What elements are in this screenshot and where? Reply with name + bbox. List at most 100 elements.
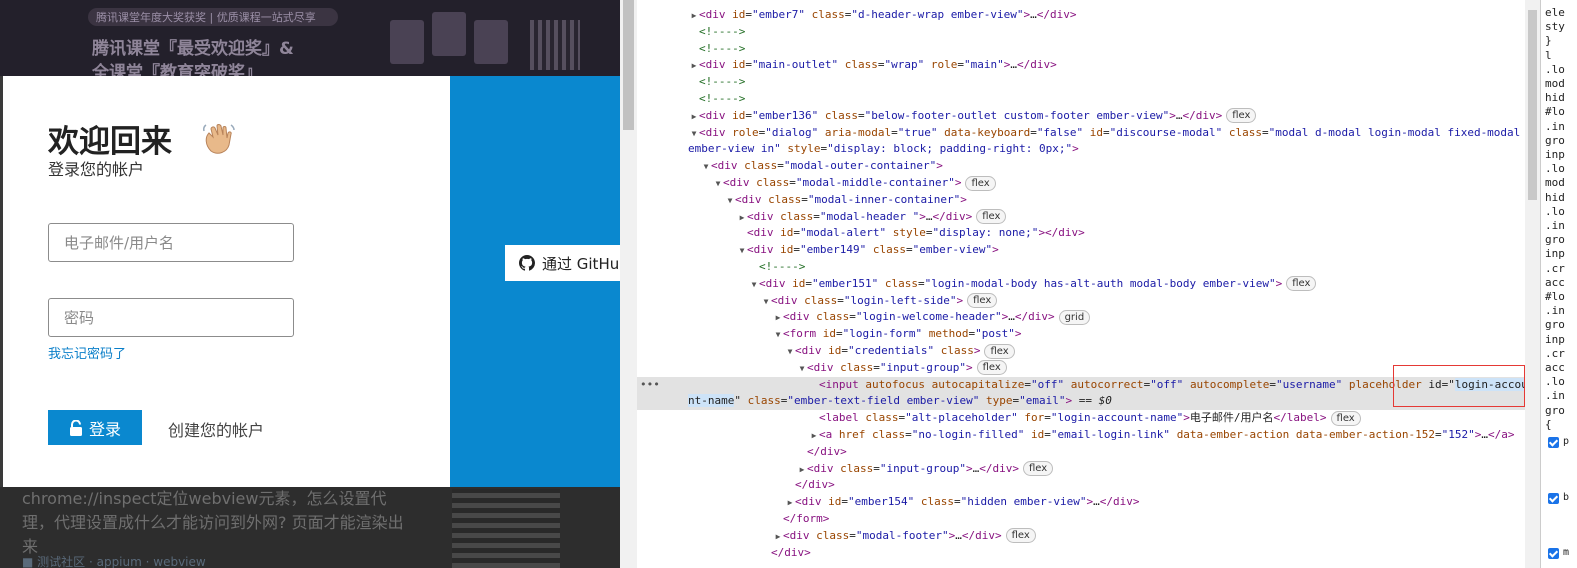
property-checkbox-label: b (1563, 492, 1570, 503)
collapse-triangle-icon[interactable]: ▼ (725, 192, 735, 209)
dom-node-line[interactable]: ▼ <div class="input-group"> flex (797, 359, 1007, 376)
layout-badge[interactable]: flex (984, 343, 1015, 359)
article-tags: ■ 测试社区 · appium · webview (22, 555, 206, 568)
dom-node-markup: <div id="modal-alert" style="display: no… (747, 226, 1085, 240)
style-rule-line: acc (1545, 361, 1565, 374)
style-rule-line: .lo (1545, 162, 1565, 176)
award-card (474, 20, 508, 64)
expand-triangle-icon[interactable]: ▶ (689, 108, 699, 125)
dom-node-line[interactable]: ▼ <div id="ember149" class="ember-view"> (737, 241, 999, 258)
dom-node-line[interactable]: ▼ <div class="modal-middle-container"> fle… (713, 174, 996, 191)
collapse-triangle-icon[interactable]: ▼ (761, 293, 771, 310)
styles-pane: ele sty} l .lo mod hid #lo .in gro inp .lo mod hid.… (1540, 0, 1577, 568)
property-checkbox[interactable] (1548, 548, 1559, 559)
layout-badge[interactable]: grid (1058, 309, 1091, 325)
expand-triangle-icon[interactable]: ▶ (773, 528, 783, 545)
username-input[interactable] (49, 224, 299, 261)
property-checkbox-label: p (1563, 436, 1570, 447)
award-card (432, 12, 466, 56)
banner-subtitle: 全课堂『教育突破奖』 (92, 63, 262, 76)
dom-node-line[interactable]: ▼ <form id="login-form" method="post"> (773, 325, 1022, 343)
page-scrollbar-thumb[interactable] (623, 0, 634, 130)
github-login-button[interactable]: 通过 GitHub (505, 245, 620, 281)
password-input[interactable] (49, 299, 299, 336)
expand-triangle-icon[interactable]: ▶ (689, 7, 699, 24)
expand-triangle-icon[interactable]: ▶ (809, 427, 819, 444)
dom-node-line[interactable]: </form> (773, 510, 829, 527)
layout-badge[interactable]: flex (1022, 461, 1054, 477)
dom-node-line[interactable]: <div id="modal-alert" style="display: no… (737, 224, 1085, 241)
style-rule-line: ele (1545, 6, 1565, 19)
expand-triangle-icon[interactable]: ▶ (689, 57, 699, 74)
style-rule-line: gro (1545, 403, 1565, 417)
forgot-password-link[interactable]: 我忘记密码了 (48, 343, 126, 362)
expand-triangle-icon[interactable]: ▶ (773, 309, 783, 326)
style-rule-line: .lo (1545, 204, 1565, 218)
dom-node-line[interactable]: ▼ <div class="modal-outer-container"> (701, 157, 943, 174)
expand-triangle-icon[interactable]: ▶ (737, 209, 747, 226)
layout-badge[interactable]: flex (976, 209, 1007, 225)
layout-badge[interactable]: flex (1005, 528, 1036, 544)
dom-node-line[interactable]: ▼ <div id="ember151" class="login-modal-b… (749, 275, 1317, 293)
dom-node-line[interactable]: </div> (785, 476, 835, 493)
login-modal: 欢迎回来 登录您的帐户 我忘记密码了 登录 创建您的帐户 (3, 76, 620, 487)
login-button[interactable]: 登录 (48, 410, 142, 445)
login-button-label: 登录 (88, 419, 121, 439)
dom-node-line[interactable]: ▼ <div role="dialog" aria-modal="true" da… (689, 124, 1521, 142)
dom-node-line[interactable]: ▼ <div id="credentials" class> flex (785, 342, 1015, 359)
layout-badge[interactable]: flex (1330, 410, 1361, 426)
dom-node-line[interactable]: ▶ <div id="ember154" class="hidden ember-… (785, 493, 1140, 511)
dom-node-line[interactable]: </div> (797, 443, 847, 460)
dom-node-line[interactable]: ▶ <div class="input-group">…</div> flex (797, 460, 1054, 478)
page-viewport: 腾讯课堂年度大奖获奖 | 优质课程一站式尽享 腾讯课堂『最受欢迎奖』& 全课堂『… (0, 0, 620, 568)
page-scrollbar[interactable] (620, 0, 637, 568)
layout-badge[interactable]: flex (965, 175, 996, 191)
style-rule-line: .cr (1545, 261, 1565, 275)
collapse-triangle-icon[interactable]: ▼ (797, 360, 807, 377)
expand-triangle-icon[interactable]: ▶ (797, 461, 807, 478)
dom-node-line[interactable]: <input autofocus autocapitalize="off" au… (809, 376, 1525, 393)
expand-triangle-icon[interactable]: ▶ (785, 494, 795, 511)
dom-node-markup: </form> (783, 512, 830, 525)
style-rule-line: #lo (1545, 290, 1565, 303)
dom-node-line[interactable]: <!----> (689, 40, 745, 57)
dom-node-line[interactable]: <!----> (689, 73, 745, 90)
banner-pill-text: 腾讯课堂年度大奖获奖 | 优质课程一站式尽享 (96, 11, 316, 24)
more-options-icon[interactable]: ••• (640, 378, 660, 391)
dom-node-line[interactable]: ▶ <div id="ember7" class="d-header-wrap e… (689, 6, 1077, 23)
dom-node-markup: </div> (807, 444, 847, 458)
layout-badge[interactable]: flex (1226, 108, 1257, 124)
layout-badge[interactable]: flex (976, 360, 1007, 376)
dom-node-line[interactable]: ▼ <div class="login-left-side"> flex (761, 292, 998, 310)
dom-node-line[interactable]: ▶ <div id="main-outlet" class="wrap" role… (689, 56, 1057, 73)
dom-node-line[interactable]: ▼ <div class="modal-inner-container"> (725, 191, 967, 208)
collapse-triangle-icon[interactable]: ▼ (773, 326, 783, 343)
style-rule-line: .in (1545, 389, 1565, 403)
style-rule-line: mod (1545, 77, 1565, 90)
collapse-triangle-icon[interactable]: ▼ (713, 175, 723, 192)
dom-node-line[interactable]: ▶ <a href class="no-login-filled" id="ema… (809, 426, 1515, 444)
dom-node-line[interactable]: <!----> (689, 90, 745, 107)
dom-node-line[interactable]: nt-name" class="ember-text-field ember-v… (688, 392, 1112, 409)
dom-node-line[interactable]: ▶ <div class="modal-footer">…</div> flex (773, 527, 1036, 544)
collapse-triangle-icon[interactable]: ▼ (701, 158, 711, 175)
collapse-triangle-icon[interactable]: ▼ (785, 343, 795, 360)
dom-node-line[interactable]: ▶ <div class="login-welcome-header">…</di… (773, 308, 1091, 326)
devtools-scrollbar-thumb[interactable] (1528, 10, 1537, 200)
property-checkbox[interactable] (1548, 437, 1559, 448)
collapse-triangle-icon[interactable]: ▼ (737, 242, 747, 259)
dom-node-line[interactable]: ember-view in" style="display: block; pa… (688, 140, 1079, 157)
dom-node-line[interactable]: <!----> (689, 23, 745, 40)
collapse-triangle-icon[interactable]: ▼ (689, 125, 699, 142)
layout-badge[interactable]: flex (967, 293, 998, 309)
dom-node-line[interactable]: ▶ <div class="modal-header ">…</div> flex (737, 208, 1007, 226)
dom-node-line[interactable]: ▶ <div id="ember136" class="below-footer-… (689, 107, 1257, 125)
devtools-scrollbar[interactable] (1525, 0, 1540, 568)
property-checkbox[interactable] (1548, 493, 1559, 504)
dom-node-line[interactable]: <!----> (749, 258, 805, 275)
dom-node-line[interactable]: <label class="alt-placeholder" for="logi… (809, 409, 1361, 426)
dom-node-line[interactable]: </div> (761, 544, 811, 561)
create-account-link[interactable]: 创建您的帐户 (168, 417, 264, 441)
layout-badge[interactable]: flex (1286, 276, 1317, 292)
collapse-triangle-icon[interactable]: ▼ (749, 276, 759, 293)
